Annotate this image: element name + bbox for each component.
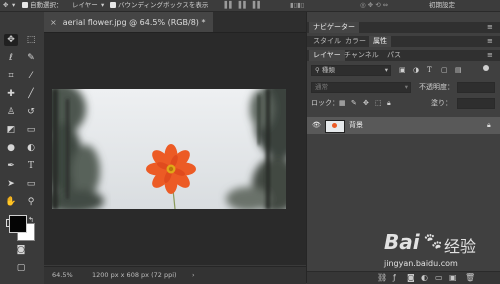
zoom-tool-icon[interactable]: ⚲: [24, 196, 38, 208]
pen-tool-icon[interactable]: ✒: [4, 160, 18, 172]
chevron-down-icon: ▾: [404, 83, 408, 91]
essentials-workspace[interactable]: 初期設定: [429, 1, 455, 10]
lock-all-icon[interactable]: 🔒︎: [387, 99, 391, 108]
3d-mode-icons[interactable]: ◎ ✥ ⟲ ⇔: [360, 1, 388, 10]
chevron-down-icon[interactable]: ▾: [12, 1, 15, 10]
tab-color[interactable]: カラー: [341, 36, 370, 47]
filter-type-icon[interactable]: T: [427, 66, 432, 75]
navigator-tabbar: ナビゲーター ≡: [307, 22, 500, 33]
move-tool-icon[interactable]: ✥: [4, 34, 18, 46]
filter-adjustment-icon[interactable]: ◑: [413, 66, 419, 75]
chevron-down-icon: ▾: [384, 66, 388, 74]
tab-properties[interactable]: 属性: [369, 36, 391, 47]
hand-tool-icon[interactable]: ✋: [4, 196, 18, 208]
clone-stamp-tool-icon[interactable]: ♙: [4, 106, 18, 118]
panel-menu-icon[interactable]: ≡: [487, 23, 493, 32]
blend-mode-select[interactable]: 通常 ▾: [311, 82, 411, 93]
add-mask-icon[interactable]: ◙: [407, 273, 415, 282]
tab-navigator[interactable]: ナビゲーター: [309, 22, 359, 33]
layer-name[interactable]: 背景: [349, 121, 363, 130]
healing-brush-tool-icon[interactable]: ✚: [4, 88, 18, 100]
eye-icon[interactable]: 👁︎: [312, 121, 321, 130]
tab-paths[interactable]: パス: [383, 50, 405, 61]
show-transform-checkbox[interactable]: [110, 2, 116, 8]
auto-select-label: 自動選択：: [30, 1, 63, 9]
lock-transparent-icon[interactable]: ▦: [339, 99, 346, 108]
layer-row[interactable]: 👁︎ 背景 🔒︎: [307, 117, 500, 134]
screen-mode-icon[interactable]: ▢: [14, 262, 28, 274]
adjustment-layer-icon[interactable]: ◐: [421, 273, 428, 282]
thumbnail-flower: [332, 123, 337, 128]
marquee-tool-icon[interactable]: ⬚: [24, 34, 38, 46]
panel-dock: ナビゲーター ≡ スタイル カラー 属性 ≡ レイヤー チャンネル パス ≡ ⚲…: [306, 12, 500, 284]
trash-icon[interactable]: 🗑︎: [465, 273, 475, 282]
panel-menu-icon[interactable]: ≡: [487, 51, 493, 60]
layers-footer: ⛓ ƒ ◙ ◐ ▭ ▣ 🗑︎: [307, 271, 500, 284]
move-tool-icon[interactable]: ✥: [3, 1, 8, 10]
layer-filter-select[interactable]: ⚲ 種類 ▾: [311, 65, 391, 76]
lasso-tool-icon[interactable]: ℓ: [4, 52, 18, 64]
new-group-icon[interactable]: ▭: [435, 273, 443, 282]
layer-filter-value: 種類: [321, 66, 335, 74]
layer-style-icon[interactable]: ƒ: [393, 273, 396, 282]
link-layers-icon[interactable]: ⛓: [377, 273, 387, 282]
properties-tabbar: スタイル カラー 属性 ≡: [307, 36, 500, 47]
tab-channels[interactable]: チャンネル: [340, 50, 383, 61]
blend-mode-value: 通常: [315, 83, 328, 91]
auto-select-dropdown[interactable]: レイヤー: [72, 1, 98, 10]
filter-smart-object-icon[interactable]: ▤: [455, 66, 462, 75]
close-icon[interactable]: ×: [50, 18, 57, 27]
layers-tabbar: レイヤー チャンネル パス ≡: [307, 50, 500, 61]
distribute-icons[interactable]: ▮▯▮▯: [290, 1, 304, 10]
brush-tool-icon[interactable]: ╱: [24, 88, 38, 100]
auto-select-checkbox[interactable]: [22, 2, 28, 8]
align-icons[interactable]: ▐ ▌ ▐ ▌ ▐ ▌: [222, 1, 262, 10]
document-tab[interactable]: × aerial flower.jpg @ 64.5% (RGB/8) *: [44, 12, 214, 32]
search-icon: ⚲: [315, 66, 320, 74]
path-select-tool-icon[interactable]: ➤: [4, 178, 18, 190]
type-tool-icon[interactable]: T: [24, 160, 38, 172]
blur-tool-icon[interactable]: ●: [4, 142, 18, 154]
document-info[interactable]: 1200 px x 608 px (72 ppi): [92, 271, 177, 279]
layer-thumbnail: [325, 120, 345, 133]
history-brush-tool-icon[interactable]: ↺: [24, 106, 38, 118]
filter-shape-icon[interactable]: ▢: [441, 66, 448, 75]
lock-label: ロック：: [311, 99, 339, 107]
opacity-label: 不透明度：: [419, 83, 454, 91]
zoom-level[interactable]: 64.5%: [52, 271, 73, 279]
foreground-color-swatch[interactable]: [9, 215, 27, 233]
dodge-tool-icon[interactable]: ◐: [24, 142, 38, 154]
filter-pixel-icon[interactable]: ▣: [399, 66, 406, 75]
rectangle-tool-icon[interactable]: ▭: [24, 178, 38, 190]
lock-position-icon[interactable]: ✥: [363, 99, 369, 108]
tools-panel: ✥ ⬚ ℓ ✎ ⌗ ⁄ ✚ ╱ ♙ ↺ ◩ ▭ ● ◐ ✒ T ➤ ▭ ✋ ⚲ …: [0, 32, 43, 283]
fill-field[interactable]: [457, 98, 495, 109]
new-layer-icon[interactable]: ▣: [449, 273, 457, 282]
lock-icon: 🔒︎: [487, 121, 491, 129]
gradient-tool-icon[interactable]: ▭: [24, 124, 38, 136]
chevron-down-icon[interactable]: ▾: [101, 1, 104, 10]
panel-menu-icon[interactable]: ≡: [487, 37, 493, 46]
lock-image-icon[interactable]: ✎: [351, 99, 357, 108]
quick-mask-icon[interactable]: ◙: [14, 244, 28, 256]
opacity-field[interactable]: [457, 82, 495, 93]
crop-tool-icon[interactable]: ⌗: [4, 70, 18, 82]
chevron-right-icon[interactable]: ›: [192, 271, 195, 279]
show-transform-label: バウンディングボックスを表示: [118, 1, 209, 9]
tab-style[interactable]: スタイル: [309, 36, 345, 47]
quick-select-tool-icon[interactable]: ✎: [24, 52, 38, 64]
eraser-tool-icon[interactable]: ◩: [4, 124, 18, 136]
document-tab-bar: × aerial flower.jpg @ 64.5% (RGB/8) *: [44, 12, 306, 33]
document-image[interactable]: [52, 89, 286, 209]
filter-toggle-icon[interactable]: [483, 65, 489, 71]
options-bar: ✥ ▾ 自動選択： レイヤー ▾ バウンディングボックスを表示 ▐ ▌ ▐ ▌ …: [0, 0, 500, 12]
fill-label: 塗り：: [431, 99, 452, 107]
eyedropper-tool-icon[interactable]: ⁄: [24, 70, 38, 82]
status-bar: 64.5% 1200 px x 608 px (72 ppi) ›: [44, 266, 306, 284]
document-title: aerial flower.jpg @ 64.5% (RGB/8) *: [62, 17, 206, 27]
lock-artboard-icon[interactable]: ⬚: [375, 99, 382, 108]
